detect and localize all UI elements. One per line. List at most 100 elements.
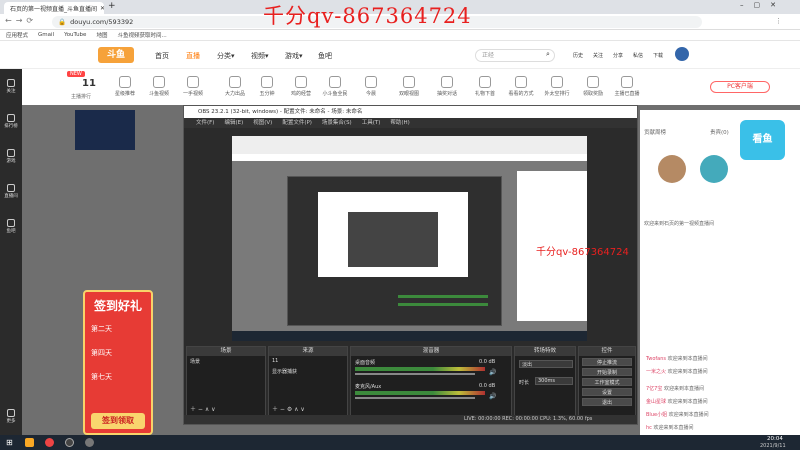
category-item[interactable]: 小斗鱼全民 <box>322 76 348 97</box>
mixer-dock-title: 混音器 <box>351 347 511 356</box>
menu-edit[interactable]: 编辑(E) <box>224 118 243 128</box>
search-icon[interactable]: ⌕ <box>546 50 550 59</box>
category-item[interactable]: 一手视频 <box>180 76 206 97</box>
menu-profile[interactable]: 配置文件(P) <box>282 118 312 128</box>
header-follow[interactable]: 关注 <box>593 52 603 59</box>
menu-file[interactable]: 文件(F) <box>196 118 214 128</box>
menu-view[interactable]: 视图(V) <box>253 118 272 128</box>
header-download[interactable]: 下载 <box>653 52 663 59</box>
sign-in-button[interactable]: 签到领取 <box>91 413 145 429</box>
nav-games[interactable]: 游戏▾ <box>285 51 303 61</box>
source-item[interactable]: 11 <box>269 356 347 366</box>
sources-dock-title: 来源 <box>269 347 347 356</box>
window-controls-icon[interactable]: –▢✕ <box>740 1 786 9</box>
more-icon <box>7 409 15 417</box>
category-item[interactable]: 今晨 <box>358 76 384 97</box>
exit-button[interactable]: 退出 <box>582 398 632 406</box>
duration-label: 时长 <box>519 380 530 386</box>
guest-avatar[interactable] <box>700 155 728 183</box>
category-item[interactable]: 礼物下首 <box>472 76 498 97</box>
bookmark-maps[interactable]: 地图 <box>96 31 107 39</box>
obs-window: OBS 23.2.1 (32-bit, windows) - 配置文件: 未命名… <box>183 105 638 425</box>
category-item[interactable]: 大力出品 <box>222 76 248 97</box>
bookmark-douyu[interactable]: 斗鱼视频获取时间... <box>117 31 166 39</box>
event-badge[interactable]: 看鱼 <box>740 120 785 160</box>
obs-title: OBS 23.2.1 (32-bit, windows) - 配置文件: 未命名… <box>184 106 637 118</box>
category-item[interactable]: 斗鱼视频 <box>146 76 172 97</box>
chrome-icon[interactable] <box>45 438 54 447</box>
transition-select[interactable]: 淡出 <box>519 360 573 368</box>
search-input[interactable]: 正经 <box>475 49 555 62</box>
stop-streaming-button[interactable]: 停止推流 <box>582 358 632 366</box>
clock-date[interactable]: 2021/9/11 <box>760 443 786 449</box>
clock-time[interactable]: 20:04 <box>767 436 783 442</box>
obs-preview[interactable] <box>232 136 587 341</box>
bookmark-youtube[interactable]: YouTube <box>64 32 86 38</box>
nav-fishbar[interactable]: 鱼吧 <box>318 51 332 61</box>
sidebar-item-more[interactable]: 更多 <box>3 409 19 424</box>
browser-tab[interactable]: 石页的第一视频直播_斗鱼直播间 ✕ <box>4 2 104 14</box>
bookmark-gmail[interactable]: Gmail <box>38 32 54 38</box>
start-recording-button[interactable]: 开始录制 <box>582 368 632 376</box>
douyu-logo[interactable]: 斗鱼 <box>98 47 134 63</box>
close-tab-icon[interactable]: ✕ <box>100 5 104 12</box>
host-avatar[interactable] <box>658 155 686 183</box>
volume-slider[interactable] <box>355 397 475 399</box>
track-db: 0.0 dB <box>479 359 496 365</box>
nav-category[interactable]: 分类▾ <box>217 51 235 61</box>
watermark-text: 千分qv-867364724 <box>263 4 472 28</box>
folder-icon[interactable] <box>25 438 34 447</box>
category-icon <box>229 76 241 88</box>
category-item[interactable]: 星级推荐 <box>112 76 138 97</box>
scene-add-remove-icon[interactable]: ＋ − ∧ ∨ <box>190 404 216 413</box>
sidebar-item-room[interactable]: 直播间 <box>3 184 19 199</box>
sidebar-item-rank[interactable]: 排行榜 <box>3 114 19 129</box>
obs-icon[interactable] <box>65 438 74 447</box>
source-add-remove-icon[interactable]: ＋ − ⚙ ∧ ∨ <box>272 404 305 413</box>
sidebar-item-games[interactable]: 游戏 <box>3 149 19 164</box>
header-share[interactable]: 分享 <box>613 52 623 59</box>
windows-start-icon[interactable]: ⊞ <box>6 438 13 447</box>
category-item[interactable]: 主播已直播 <box>614 76 640 97</box>
sidebar-item-fishbar[interactable]: 鱼吧 <box>3 219 19 234</box>
pc-client-button[interactable]: PC客户端 <box>710 81 770 93</box>
tab-contribution[interactable]: 贡献周榜 <box>644 128 666 136</box>
header-history[interactable]: 历史 <box>573 52 583 59</box>
new-tab-icon[interactable]: + <box>108 1 116 11</box>
menu-scene-collection[interactable]: 场景集合(S) <box>322 118 352 128</box>
bookmark-apps[interactable]: 应用程式 <box>6 31 28 39</box>
audio-meter <box>355 367 485 371</box>
category-item[interactable]: 鸡的经营 <box>288 76 314 97</box>
preview-taskbar <box>232 331 587 341</box>
category-item[interactable]: 五分钟 <box>254 76 280 97</box>
menu-tools[interactable]: 工具(T) <box>362 118 381 128</box>
source-item[interactable]: 显示器捕获 <box>269 366 347 377</box>
volume-slider[interactable] <box>355 373 475 375</box>
nested-meter <box>398 295 488 298</box>
header-message[interactable]: 私信 <box>633 52 643 59</box>
speaker-icon[interactable]: 🔊 <box>489 369 496 376</box>
app-icon[interactable] <box>85 438 94 447</box>
nav-video[interactable]: 视频▾ <box>251 51 269 61</box>
speaker-icon[interactable]: 🔊 <box>489 393 496 400</box>
category-item[interactable]: 领取奖励 <box>580 76 606 97</box>
tab-vip[interactable]: 贵宾(0) <box>710 128 729 136</box>
category-item[interactable]: 外太空排行 <box>544 76 570 97</box>
nav-arrows-icon[interactable]: ←→⟳ <box>5 16 37 25</box>
category-icon <box>295 76 307 88</box>
category-item[interactable]: 看看的方式 <box>508 76 534 97</box>
category-icon <box>261 76 273 88</box>
avatar[interactable] <box>675 47 689 61</box>
scene-item[interactable]: 场景 <box>187 356 265 367</box>
menu-dots-icon[interactable]: ⋮ <box>775 17 782 25</box>
nav-home[interactable]: 首页 <box>155 51 169 61</box>
category-item[interactable]: 双眼视图 <box>396 76 422 97</box>
track-db: 0.0 dB <box>479 383 496 389</box>
duration-input[interactable]: 300ms <box>535 377 573 385</box>
studio-mode-button[interactable]: 工作室模式 <box>582 378 632 386</box>
menu-help[interactable]: 帮助(H) <box>390 118 409 128</box>
sidebar-item-follow[interactable]: 关注 <box>3 79 19 94</box>
settings-button[interactable]: 设置 <box>582 388 632 396</box>
category-item[interactable]: 抽奖对话 <box>434 76 460 97</box>
nav-live[interactable]: 直播 <box>186 51 200 61</box>
